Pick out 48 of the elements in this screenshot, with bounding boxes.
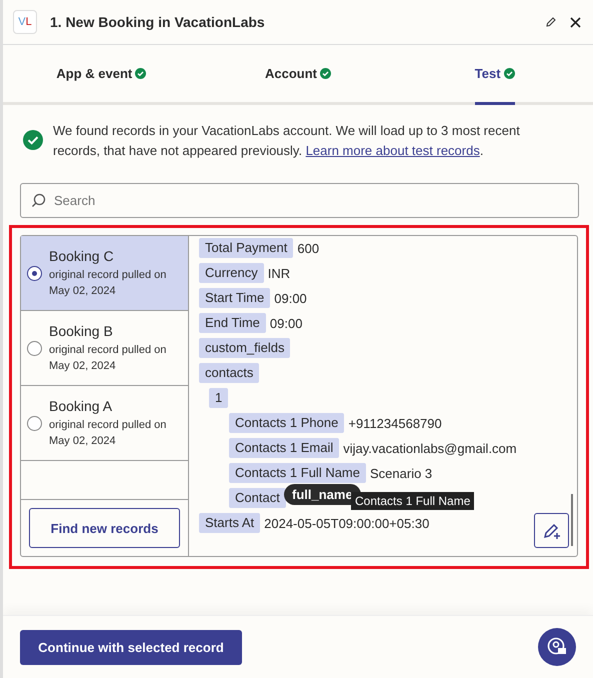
field-value: INR bbox=[268, 266, 290, 280]
field-value: 09:00 bbox=[270, 316, 302, 330]
field-key[interactable]: Contacts 1 Full Name bbox=[229, 463, 366, 483]
step-tab[interactable]: Test bbox=[396, 45, 593, 102]
field-key[interactable]: Starts At bbox=[199, 513, 260, 533]
field-value: 09:00 bbox=[274, 290, 307, 306]
field-value: 600 bbox=[297, 240, 320, 256]
field-key[interactable]: 1 bbox=[209, 388, 228, 408]
step-tab[interactable]: Account bbox=[200, 45, 396, 102]
field-key[interactable]: Contacts 1 Email bbox=[229, 438, 340, 458]
field-key[interactable]: Start Time bbox=[199, 288, 270, 308]
close-icon[interactable] bbox=[570, 16, 581, 28]
step-tab[interactable]: App & event bbox=[3, 45, 200, 102]
support-icon bbox=[547, 637, 567, 657]
app-logo: VL bbox=[13, 10, 37, 34]
field-value: +911234568790 bbox=[348, 416, 442, 430]
notice-text: We found records in your VacationLabs account. We will load up to 3 most recent records, that have not appeared previously. Learn more about test records. bbox=[53, 122, 521, 160]
check-icon bbox=[320, 68, 331, 79]
field-value: 2024-05-05T09:00:00+05:30 bbox=[264, 516, 430, 530]
tooltip: Contacts 1 Full Name bbox=[351, 492, 474, 510]
edit-add-button[interactable] bbox=[534, 513, 569, 548]
field-key[interactable]: Contacts 1 Phone bbox=[229, 413, 344, 433]
field-key[interactable]: contacts bbox=[199, 363, 260, 383]
field-key[interactable]: Currency bbox=[199, 263, 264, 283]
search-field[interactable]: Search bbox=[20, 183, 579, 218]
learn-more-link[interactable]: Learn more about test records bbox=[306, 143, 480, 158]
field-key[interactable]: Contact bbox=[229, 488, 286, 508]
field-key[interactable]: Total Payment bbox=[199, 238, 294, 258]
find-new-records-button[interactable]: Find new records bbox=[29, 508, 180, 548]
search-icon bbox=[31, 193, 46, 208]
record-item[interactable]: Booking C original record pulled on May 02, 2024 bbox=[21, 236, 188, 311]
pencil-plus-icon bbox=[542, 522, 560, 540]
record-item[interactable]: Booking A original record pulled on May 02, 2024 bbox=[21, 386, 188, 461]
help-button[interactable] bbox=[538, 628, 576, 666]
radio-button[interactable] bbox=[27, 416, 42, 430]
step-title: 1. New Booking in VacationLabs bbox=[50, 14, 266, 30]
radio-button[interactable] bbox=[27, 340, 42, 356]
field-value: Scenario 3 bbox=[370, 466, 432, 480]
record-item[interactable]: Booking B original record pulled on May 02, 2024 bbox=[21, 311, 188, 386]
edit-icon[interactable] bbox=[546, 17, 556, 27]
radio-button[interactable] bbox=[27, 266, 42, 280]
check-icon bbox=[135, 68, 146, 79]
check-icon bbox=[504, 68, 515, 79]
field-key[interactable]: End Time bbox=[199, 313, 266, 333]
continue-button[interactable]: Continue with selected record bbox=[20, 630, 242, 664]
success-icon bbox=[23, 130, 43, 150]
field-key[interactable]: custom_fields bbox=[199, 338, 290, 358]
field-value: vijay.vacationlabs@gmail.com bbox=[343, 440, 517, 456]
